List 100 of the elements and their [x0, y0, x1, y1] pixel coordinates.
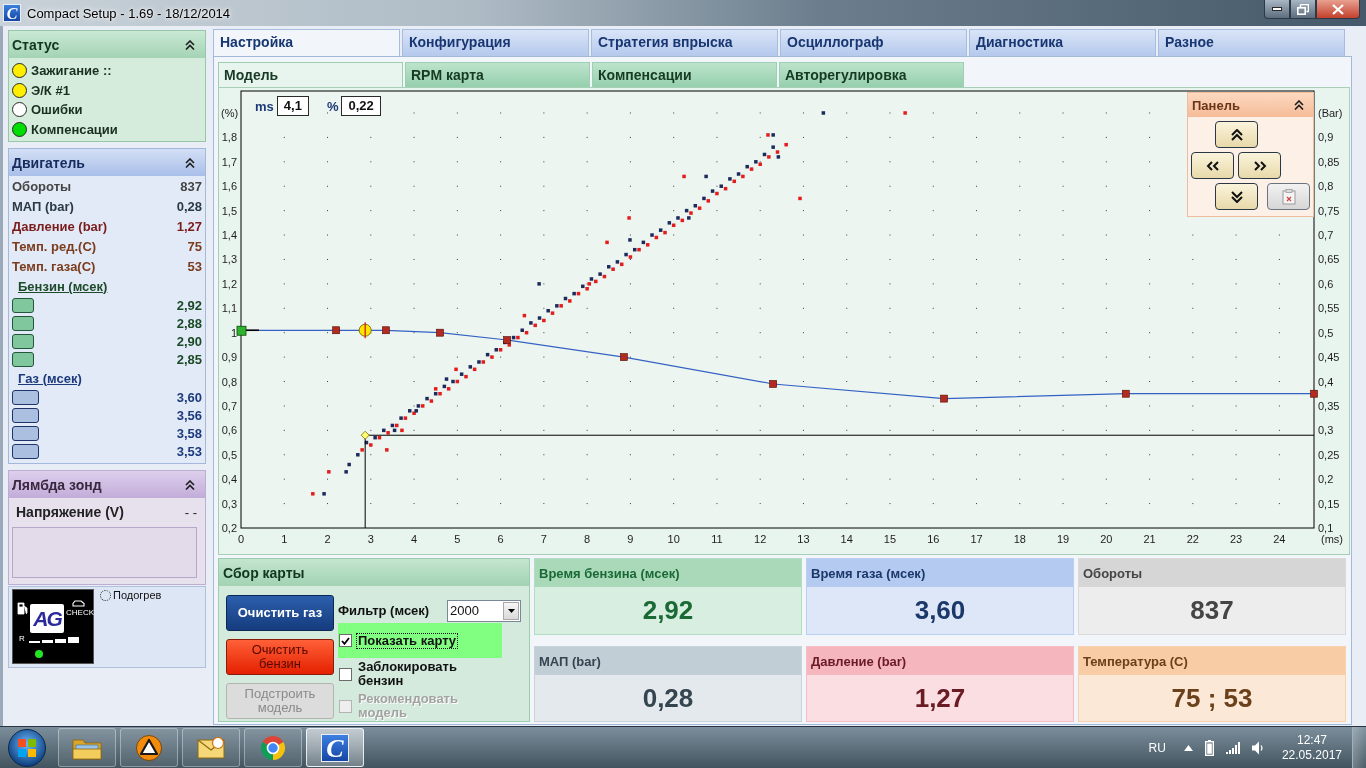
diamond-marker[interactable]	[360, 430, 370, 440]
curve-marker[interactable]	[940, 394, 948, 403]
collapse-icon[interactable]	[1294, 100, 1304, 110]
double-chevron-down-icon	[1229, 190, 1244, 203]
anchor-marker[interactable]	[236, 325, 260, 336]
car-icon	[72, 600, 85, 607]
curve-marker[interactable]	[382, 326, 390, 335]
minimize-button[interactable]	[1264, 0, 1290, 19]
indicator-label: CHECK	[66, 608, 94, 617]
tick-label: 0,75	[1318, 204, 1340, 217]
injector-value: 2,90	[176, 333, 202, 349]
tick-label: 16	[927, 533, 940, 545]
injector-bar	[12, 315, 34, 331]
minimize-icon	[1272, 7, 1282, 11]
taskbar-button[interactable]	[182, 728, 240, 767]
curve-marker[interactable]	[436, 328, 444, 337]
tick-label: 0,8	[221, 375, 237, 388]
tick-label: 17	[970, 533, 983, 545]
tile-title: Обороты	[1083, 565, 1143, 581]
checkbox[interactable]	[339, 634, 352, 647]
panel-title: Лямбда зонд	[12, 476, 102, 493]
tile-value: 1,27	[913, 681, 967, 715]
section-link[interactable]: Бензин (мсек)	[18, 278, 108, 294]
nav-button[interactable]	[1238, 152, 1281, 179]
injector-value: 2,85	[176, 351, 202, 367]
collapse-icon[interactable]	[185, 479, 195, 490]
tab[interactable]: Конфигурация	[402, 29, 589, 56]
tab[interactable]: Разное	[1158, 29, 1345, 56]
tick-label: 0,3	[221, 497, 237, 510]
action-button[interactable]: Очистить бензин	[226, 639, 334, 675]
double-chevron-up-icon	[1229, 128, 1244, 141]
curve-marker[interactable]	[769, 380, 777, 388]
tick-label: 8	[584, 533, 591, 545]
section-link[interactable]: Газ (мсек)	[18, 370, 82, 386]
tick-label: 6	[497, 533, 504, 545]
tick-label: 1	[230, 326, 237, 339]
tile-title: Температура (C)	[1083, 653, 1188, 669]
checkbox-label[interactable]: Заблокировать бензин	[356, 659, 474, 689]
tick-label: 7	[540, 533, 547, 545]
subtab[interactable]: Авторегулировка	[779, 62, 964, 87]
tick-label: 5	[454, 533, 461, 545]
checkbox[interactable]	[339, 667, 352, 681]
nav-button[interactable]	[1215, 183, 1258, 210]
tick-label: 21	[1143, 533, 1156, 545]
curve-marker[interactable]	[332, 326, 340, 335]
language-indicator[interactable]: RU	[1148, 740, 1166, 755]
envelope-icon	[197, 736, 225, 759]
tab[interactable]: Осциллограф	[780, 29, 967, 56]
close-button[interactable]	[1316, 0, 1360, 19]
readout-label: ms	[255, 98, 274, 114]
curve-marker[interactable]	[620, 353, 628, 361]
indicator-label: Подогрев	[113, 589, 162, 601]
collapse-icon[interactable]	[185, 157, 195, 168]
injector-value: 3,56	[176, 407, 202, 423]
caret-icon[interactable]	[1183, 744, 1193, 751]
tile-value: 3,60	[913, 594, 967, 627]
tab[interactable]: Стратегия впрыска	[591, 29, 778, 56]
subtab[interactable]: RPM карта	[405, 62, 590, 87]
restore-button[interactable]	[1290, 0, 1316, 19]
battery-icon[interactable]	[1204, 739, 1214, 756]
tick-label: 0,7	[1318, 229, 1334, 242]
clipboard-icon	[1281, 188, 1296, 205]
tile-value: 0,28	[641, 681, 695, 715]
clock-time[interactable]: 12:47	[1296, 732, 1327, 748]
curve-marker[interactable]	[503, 336, 511, 344]
injector-bar	[12, 443, 39, 459]
subtab[interactable]: Модель	[218, 62, 403, 87]
nav-button[interactable]	[1191, 152, 1234, 179]
taskbar-button[interactable]	[120, 728, 178, 767]
checkbox-label[interactable]: Показать карту	[356, 632, 459, 649]
tick-label: 0,25	[1318, 448, 1340, 461]
tick-label: 0,55	[1318, 302, 1340, 315]
collapse-icon[interactable]	[185, 39, 195, 50]
tick-label: 9	[627, 533, 634, 545]
tick-label: 14	[840, 533, 853, 545]
injector-value: 2,88	[176, 315, 202, 331]
subtab[interactable]: Компенсации	[592, 62, 777, 87]
tick-label: 11	[711, 533, 723, 545]
tick-label: 1,8	[221, 131, 237, 144]
curve-marker[interactable]	[1122, 389, 1130, 398]
filter-select[interactable]: 2000	[447, 599, 521, 622]
led-icon	[35, 650, 43, 658]
show-desktop-button[interactable]	[1352, 727, 1366, 768]
clock-date[interactable]: 22.05.2017	[1281, 747, 1342, 763]
curve-marker[interactable]	[1310, 389, 1318, 398]
speaker-icon[interactable]	[1251, 740, 1264, 755]
taskbar-button[interactable]: C	[306, 728, 364, 767]
tick-label: 0,15	[1318, 497, 1340, 510]
tick-label: 1,7	[221, 155, 237, 168]
param-label: Давление (bar)	[12, 218, 108, 234]
nav-button[interactable]	[1215, 121, 1258, 148]
axis-label: (Bar)	[1318, 107, 1343, 119]
tab[interactable]: Настройка	[213, 29, 400, 56]
tick-label: 4	[411, 533, 418, 545]
tab[interactable]: Диагностика	[969, 29, 1156, 56]
tick-label: 1	[281, 533, 288, 545]
signal-bars-icon[interactable]	[1225, 741, 1240, 754]
action-button[interactable]: Очистить газ	[226, 595, 334, 631]
tick-label: 1,6	[221, 180, 237, 193]
cursor-marker[interactable]	[358, 321, 372, 339]
